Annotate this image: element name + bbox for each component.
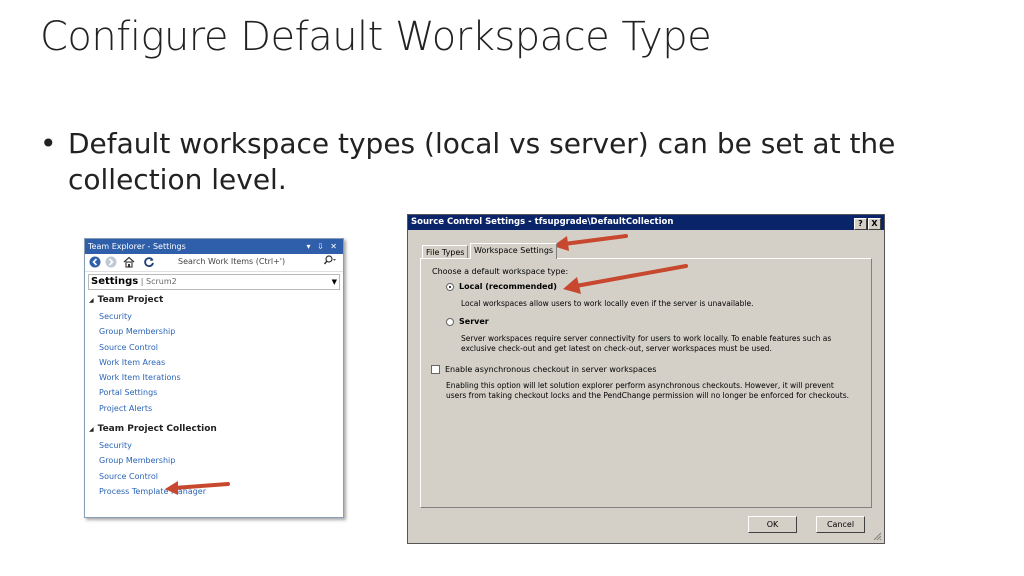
workspace-type-prompt: Choose a default workspace type:: [432, 267, 569, 276]
bullet-text-line1: Default workspace types (local vs server…: [68, 127, 896, 160]
settings-separator: |: [138, 277, 146, 286]
tab-file-types[interactable]: File Types: [422, 245, 469, 259]
dialog-titlebar: Source Control Settings - tfsupgrade\Def…: [408, 215, 884, 230]
cancel-button[interactable]: Cancel: [816, 516, 865, 533]
link-project-alerts[interactable]: Project Alerts: [99, 401, 343, 416]
search-work-items-input[interactable]: Search Work Items (Ctrl+'): [178, 257, 285, 266]
link-portal-settings[interactable]: Portal Settings: [99, 385, 343, 400]
slide-title: Configure Default Workspace Type: [40, 14, 712, 60]
back-icon[interactable]: [89, 256, 101, 268]
settings-context-selector[interactable]: Settings | Scrum2 ▼: [88, 274, 340, 290]
window-controls[interactable]: ▾ ⇩ ✕: [306, 239, 339, 254]
bullet-point: • Default workspace types (local vs serv…: [40, 126, 940, 198]
section-team-project-collection[interactable]: ◢ Team Project Collection: [89, 424, 343, 434]
settings-context-value: Scrum2: [145, 277, 177, 286]
server-description-line1: Server workspaces require server connect…: [461, 334, 832, 343]
link-group-membership[interactable]: Group Membership: [99, 324, 343, 339]
refresh-icon[interactable]: [143, 256, 155, 268]
async-description-line1: Enabling this option will let solution e…: [446, 381, 834, 390]
bullet-text-line2: collection level.: [68, 163, 287, 196]
ok-button[interactable]: OK: [748, 516, 797, 533]
forward-icon[interactable]: [105, 256, 117, 268]
collapse-triangle-icon[interactable]: ◢: [89, 426, 94, 433]
dialog-title: Source Control Settings - tfsupgrade\Def…: [411, 217, 674, 227]
resize-grip-icon[interactable]: [873, 532, 882, 541]
bullet-marker: •: [40, 127, 57, 160]
local-description: Local workspaces allow users to work loc…: [461, 299, 754, 308]
chevron-down-icon[interactable]: ▼: [332, 275, 337, 289]
link-source-control[interactable]: Source Control: [99, 340, 343, 355]
section-heading: Team Project Collection: [97, 424, 217, 435]
section-team-project[interactable]: ◢ Team Project: [89, 295, 343, 305]
server-radio-label[interactable]: Server: [459, 317, 489, 326]
team-explorer-titlebar: Team Explorer - Settings ▾ ⇩ ✕: [85, 239, 343, 254]
link-work-item-iterations[interactable]: Work Item Iterations: [99, 370, 343, 385]
async-checkout-label[interactable]: Enable asynchronous checkout in server w…: [445, 365, 656, 374]
section-heading: Team Project: [97, 295, 164, 305]
server-radio[interactable]: [446, 318, 454, 326]
help-button[interactable]: ?: [854, 218, 867, 230]
local-radio[interactable]: [446, 283, 454, 291]
annotation-arrow-icon: [563, 264, 688, 294]
link-collection-group-membership[interactable]: Group Membership: [99, 453, 343, 468]
team-explorer-title: Team Explorer - Settings: [88, 242, 186, 251]
home-icon[interactable]: [123, 256, 135, 268]
local-radio-label[interactable]: Local (recommended): [459, 282, 557, 291]
annotation-arrow-icon: [553, 234, 628, 251]
settings-label: Settings: [91, 276, 139, 287]
team-explorer-toolbar: Search Work Items (Ctrl+'): [85, 254, 343, 272]
collapse-triangle-icon[interactable]: ◢: [89, 297, 94, 304]
server-description-line2: exclusive check-out and get latest on ch…: [461, 344, 772, 353]
link-security[interactable]: Security: [99, 309, 343, 324]
tab-workspace-settings[interactable]: Workspace Settings: [470, 243, 558, 259]
link-work-item-areas[interactable]: Work Item Areas: [99, 355, 343, 370]
async-description-line2: users from taking checkout locks and the…: [446, 391, 850, 400]
search-icon[interactable]: [323, 255, 337, 269]
async-checkout-checkbox[interactable]: [431, 365, 440, 374]
link-collection-security[interactable]: Security: [99, 438, 343, 453]
annotation-arrow-icon: [165, 481, 230, 495]
close-button[interactable]: X: [868, 218, 881, 230]
